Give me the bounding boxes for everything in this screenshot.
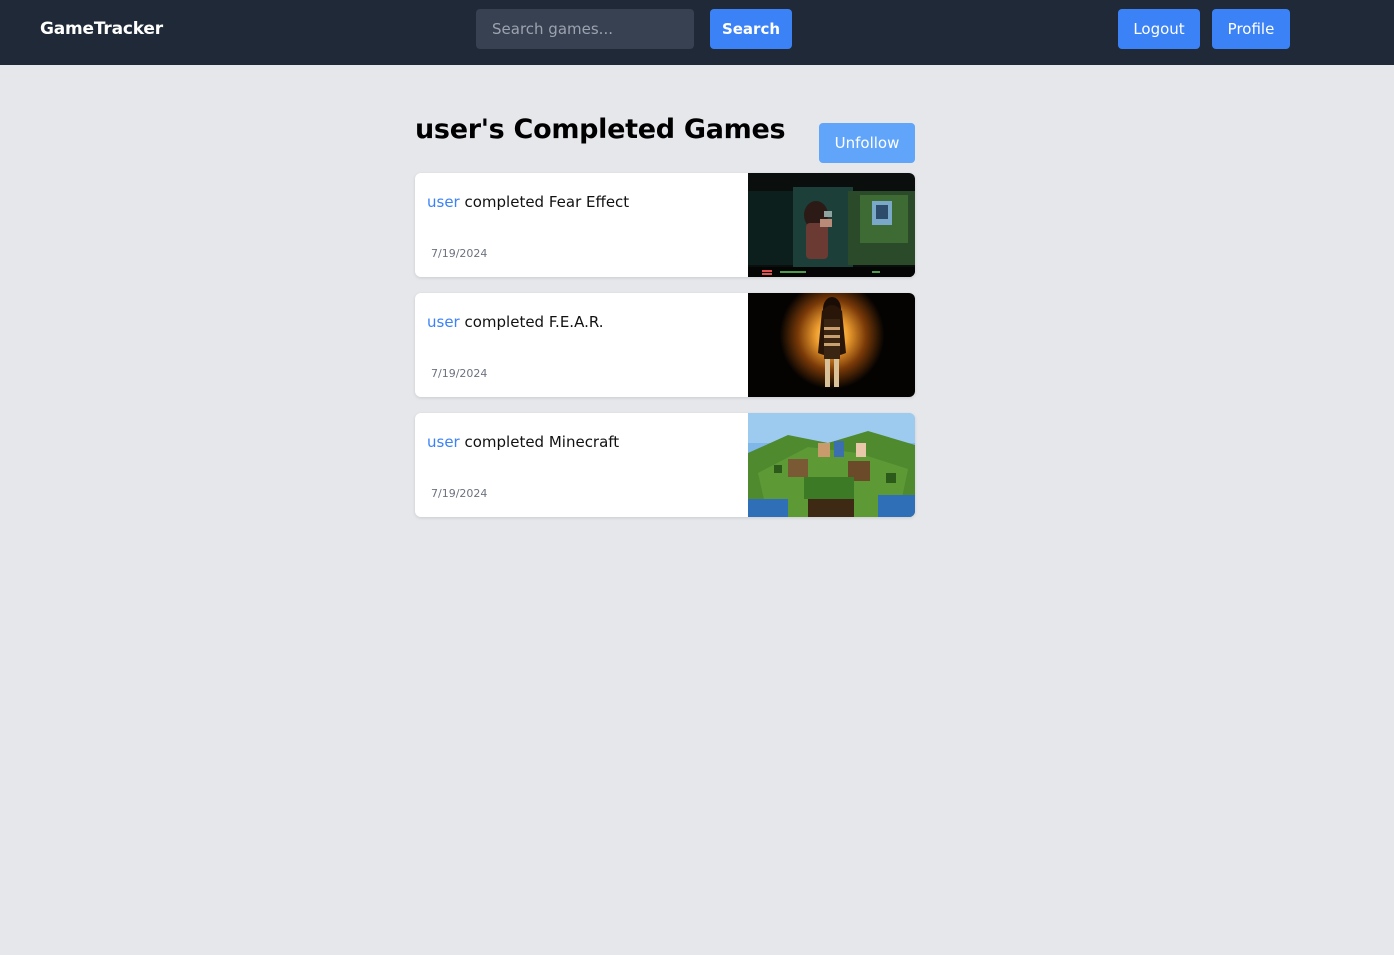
completed-game-card: user completed F.E.A.R. 7/19/2024	[415, 293, 915, 397]
unfollow-button[interactable]: Unfollow	[819, 123, 915, 163]
completed-game-card: user completed Fear Effect 7/19/2024	[415, 173, 915, 277]
game-cover-image	[748, 293, 915, 397]
fear-effect-screenshot	[748, 173, 915, 277]
card-activity-text: user completed Fear Effect	[427, 193, 629, 211]
user-link[interactable]: user	[427, 313, 460, 331]
minecraft-cover-art	[748, 413, 915, 517]
card-activity-text: user completed F.E.A.R.	[427, 313, 604, 331]
game-cover-image	[748, 413, 915, 517]
search-button[interactable]: Search	[710, 9, 792, 49]
fear-cover-art	[748, 293, 915, 397]
page-title: user's Completed Games	[415, 114, 786, 145]
completion-date: 7/19/2024	[431, 487, 488, 500]
completed-game-card: user completed Minecraft 7/19/2024	[415, 413, 915, 517]
game-title: Minecraft	[548, 433, 620, 451]
user-link[interactable]: user	[427, 433, 460, 451]
brand-logo[interactable]: GameTracker	[40, 19, 163, 39]
activity-verb: completed	[459, 193, 549, 211]
game-cover-image	[748, 173, 915, 277]
game-title: Fear Effect	[548, 193, 630, 211]
activity-verb: completed	[459, 313, 549, 331]
logout-button[interactable]: Logout	[1118, 9, 1200, 49]
completion-date: 7/19/2024	[431, 247, 488, 260]
user-link[interactable]: user	[427, 193, 460, 211]
card-activity-text: user completed Minecraft	[427, 433, 619, 451]
top-navbar: GameTracker Search Logout Profile	[0, 0, 1394, 65]
completion-date: 7/19/2024	[431, 367, 488, 380]
profile-button[interactable]: Profile	[1212, 9, 1290, 49]
game-title: F.E.A.R.	[548, 313, 604, 331]
search-input[interactable]	[476, 9, 694, 49]
activity-verb: completed	[459, 433, 549, 451]
